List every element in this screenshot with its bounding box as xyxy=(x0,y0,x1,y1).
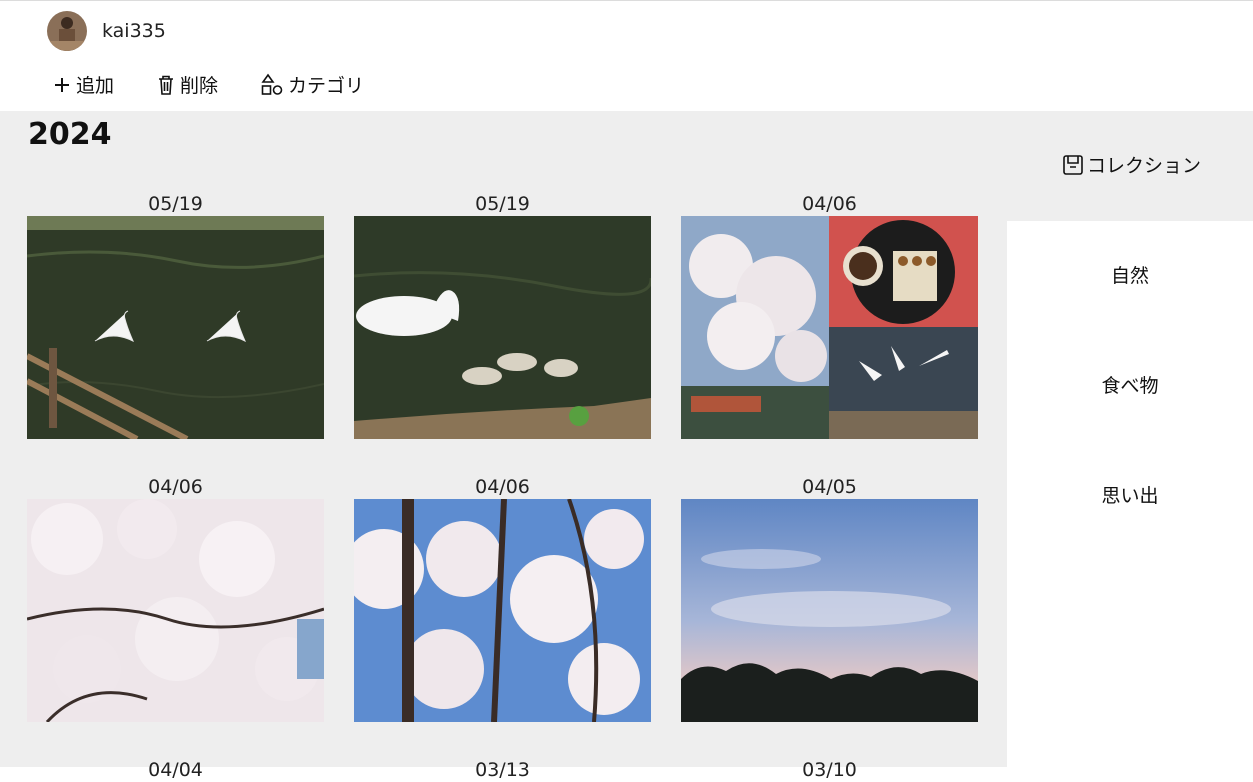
photo-date: 04/06 xyxy=(475,476,530,498)
photo-card[interactable]: 04/06 xyxy=(27,475,324,722)
photo-thumbnail[interactable] xyxy=(681,499,978,722)
photo-card[interactable]: 03/10 xyxy=(681,758,978,782)
add-button[interactable]: 追加 xyxy=(52,71,114,98)
photo-date: 04/05 xyxy=(802,476,857,498)
photo-card[interactable]: 04/05 xyxy=(681,475,978,722)
photo-card[interactable]: 05/19 xyxy=(354,192,651,439)
user-profile[interactable]: kai335 xyxy=(47,11,166,51)
collection-button[interactable]: コレクション xyxy=(1062,151,1201,178)
photo-thumbnail[interactable] xyxy=(27,216,324,439)
photo-date: 05/19 xyxy=(475,193,530,215)
photo-thumbnail[interactable] xyxy=(354,216,651,439)
photo-card[interactable]: 04/06 xyxy=(681,192,978,439)
avatar[interactable] xyxy=(47,11,87,51)
app-header: kai335 追加 削除 カテゴリ xyxy=(0,1,1253,111)
photo-card[interactable]: 05/19 xyxy=(27,192,324,439)
delete-button[interactable]: 削除 xyxy=(156,71,218,98)
category-label: カテゴリ xyxy=(288,75,365,97)
username: kai335 xyxy=(102,20,166,42)
add-label: 追加 xyxy=(76,75,115,97)
trash-icon xyxy=(156,74,176,96)
gallery-panel: 2024 05/19 05/19 04/06 04/06 04/06 04/05… xyxy=(0,111,1253,781)
photo-thumbnail[interactable] xyxy=(681,216,978,439)
plus-icon xyxy=(52,75,72,95)
photo-date: 04/06 xyxy=(802,193,857,215)
category-button[interactable]: カテゴリ xyxy=(260,71,364,98)
collection-label: コレクション xyxy=(1087,155,1202,177)
photo-date: 04/04 xyxy=(148,759,203,781)
category-item-memories[interactable]: 思い出 xyxy=(1007,481,1253,508)
category-sidebar: 自然 食べ物 思い出 xyxy=(1007,221,1253,767)
photo-date: 03/13 xyxy=(475,759,530,781)
photo-card[interactable]: 03/13 xyxy=(354,758,651,782)
category-item-nature[interactable]: 自然 xyxy=(1007,261,1253,288)
collection-icon xyxy=(1062,154,1084,176)
category-item-food[interactable]: 食べ物 xyxy=(1007,371,1253,398)
photo-date: 05/19 xyxy=(148,193,203,215)
photo-thumbnail[interactable] xyxy=(354,499,651,722)
shapes-icon xyxy=(260,73,284,97)
photo-card[interactable]: 04/06 xyxy=(354,475,651,722)
photo-date: 04/06 xyxy=(148,476,203,498)
photo-card[interactable]: 04/04 xyxy=(27,758,324,782)
toolbar: 追加 削除 カテゴリ xyxy=(52,71,406,98)
year-heading: 2024 xyxy=(28,117,112,152)
photo-date: 03/10 xyxy=(802,759,857,781)
photo-thumbnail[interactable] xyxy=(27,499,324,722)
delete-label: 削除 xyxy=(180,75,219,97)
